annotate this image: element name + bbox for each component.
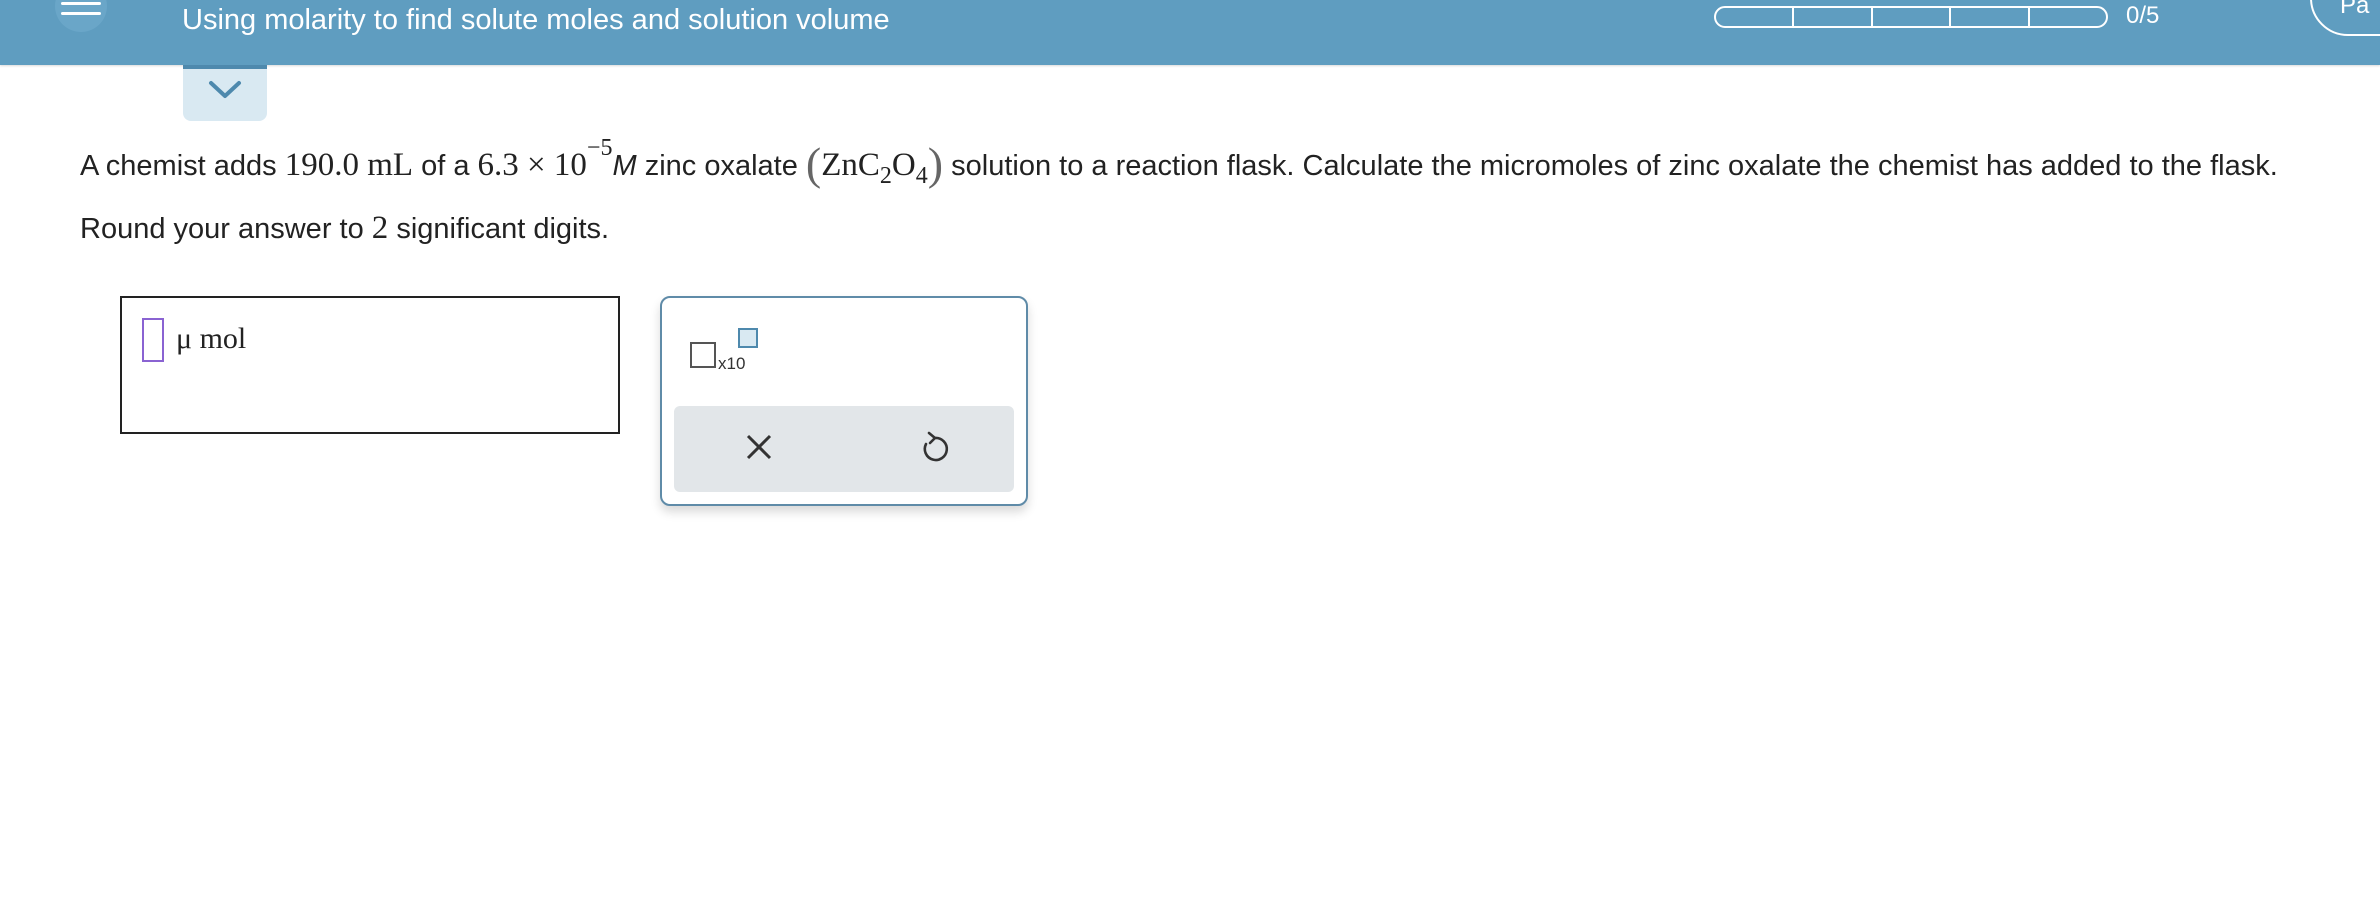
hamburger-icon-bar [61, 12, 101, 15]
molar-unit: M [612, 150, 637, 182]
answer-input-box[interactable]: μ mol [120, 296, 620, 434]
formula-o: O [891, 147, 916, 183]
progress-bar [1714, 6, 2108, 28]
volume-value: 190.0 mL [284, 147, 414, 183]
menu-button[interactable] [55, 0, 107, 32]
palette-actions [674, 406, 1014, 492]
progress-count: 0/5 [2126, 2, 2160, 29]
topic-title: Using molarity to find solute moles and … [182, 4, 890, 36]
formula-zn: ZnC [821, 147, 880, 183]
question-segment: zinc oxalate [636, 150, 806, 182]
formula-subscript: 2 [879, 163, 892, 189]
open-paren: ( [805, 138, 822, 189]
concentration-exponent: −5 [586, 135, 613, 161]
question-segment: A chemist adds [80, 150, 285, 182]
scientific-notation-button[interactable]: x10 [690, 328, 770, 380]
part-button[interactable]: Pa [2310, 0, 2380, 36]
close-paren: ) [927, 138, 944, 189]
hamburger-icon [61, 2, 101, 5]
answer-input[interactable] [142, 318, 164, 362]
question-segment: significant digits. [388, 213, 610, 245]
math-palette: x10 [660, 296, 1028, 506]
undo-icon[interactable] [918, 430, 952, 466]
question-segment: of a [413, 150, 478, 182]
answer-unit: μ mol [176, 322, 247, 355]
concentration-coefficient: 6.3 × 10 [477, 147, 587, 183]
sig-digits: 2 [371, 210, 389, 246]
question-text: A chemist adds 190.0 mL of a 6.3 × 10−5M… [80, 130, 2360, 259]
progress-segment [1951, 8, 2030, 26]
progress-segment [1873, 8, 1952, 26]
formula-subscript: 4 [915, 163, 928, 189]
base-box-icon [690, 342, 716, 368]
chevron-down-icon [209, 81, 241, 98]
collapse-toggle[interactable] [183, 65, 267, 121]
exponent-box-icon [738, 328, 758, 348]
progress-segment [2030, 8, 2106, 26]
clear-icon[interactable] [744, 432, 774, 462]
header-bar: Using molarity to find solute moles and … [0, 0, 2380, 65]
progress-segment [1794, 8, 1873, 26]
x10-label: x10 [718, 354, 746, 373]
progress-segment [1716, 8, 1795, 26]
